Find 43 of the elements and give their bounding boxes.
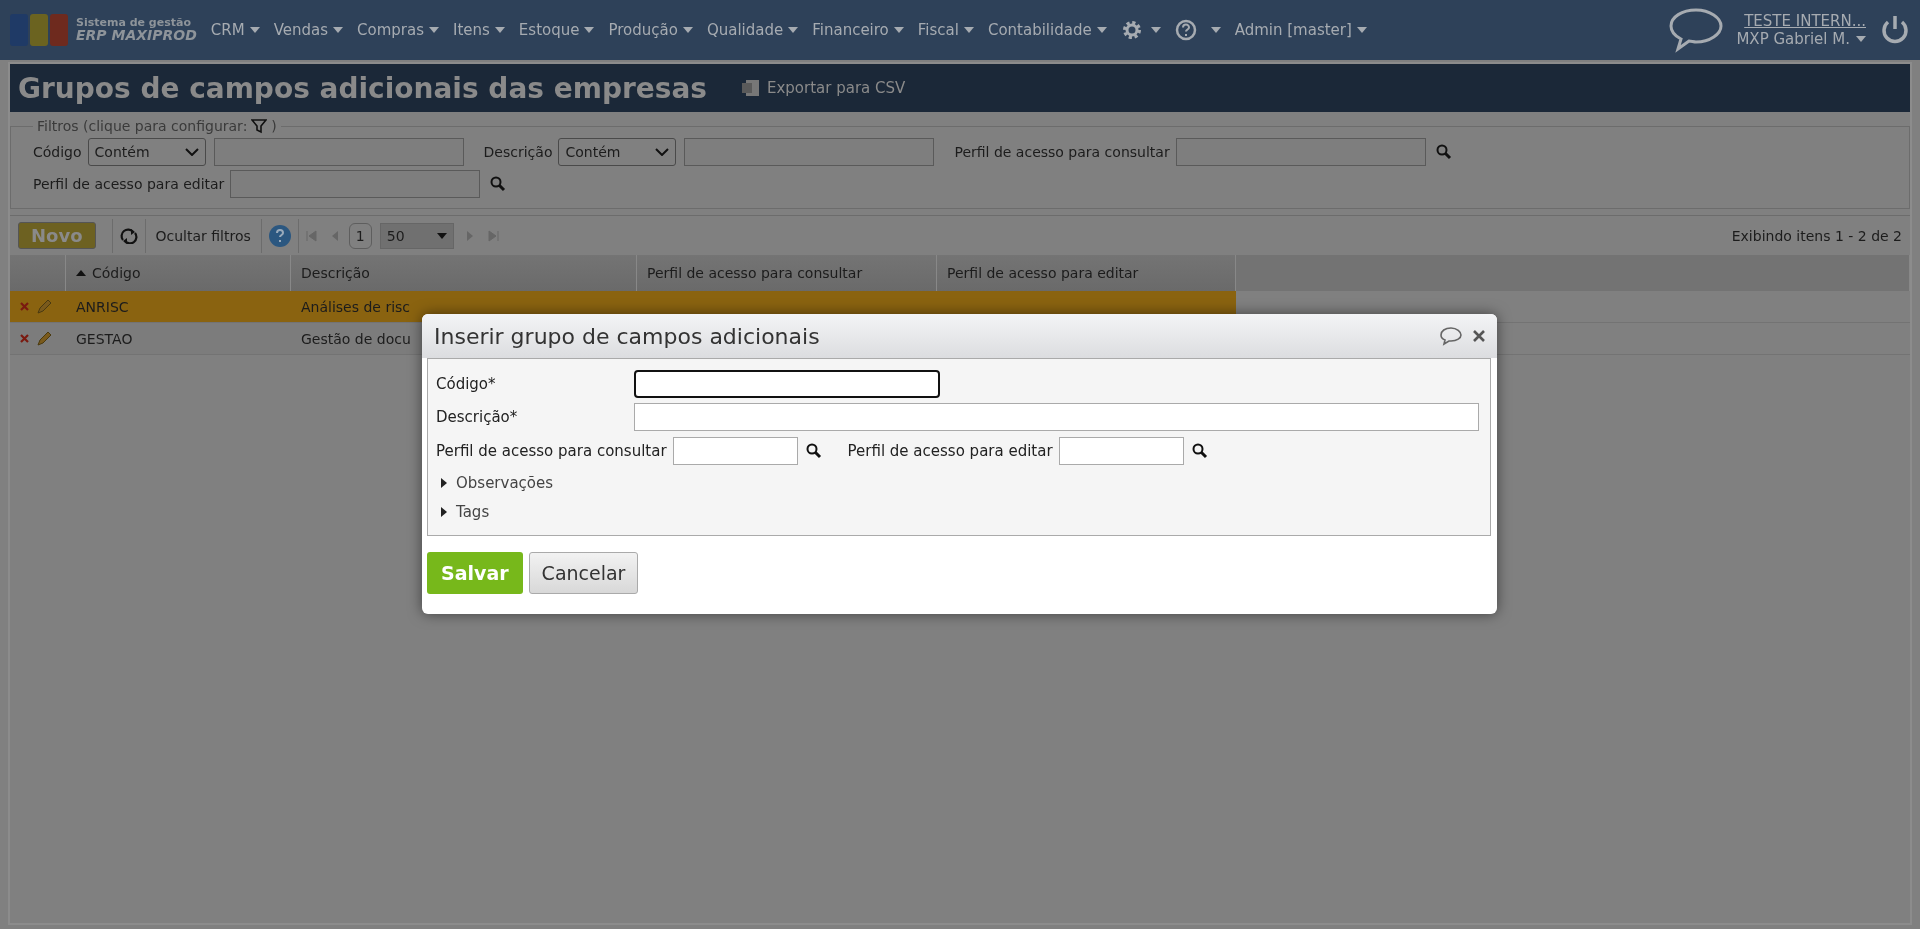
column-header[interactable]: Perfil de acesso para consultar	[637, 255, 937, 291]
nav-menu[interactable]: Fiscal	[917, 21, 974, 39]
nav-menu[interactable]: Produção	[608, 21, 693, 39]
filters-legend-end: )	[271, 118, 277, 134]
cancel-button[interactable]: Cancelar	[528, 552, 639, 594]
nav-menu[interactable]: Contabilidade	[987, 21, 1107, 39]
user-menu[interactable]: MXP Gabriel M.	[1736, 30, 1866, 48]
table-cell: GESTAO	[66, 323, 291, 355]
page-number[interactable]: 1	[348, 222, 372, 249]
filter-label: Descrição	[483, 144, 553, 160]
nav-menu[interactable]: Qualidade	[706, 21, 799, 39]
nav-menu[interactable]: Itens	[453, 21, 505, 39]
operator-select[interactable]: Contém	[87, 138, 206, 166]
field-label: Descrição*	[436, 408, 519, 427]
table-cell: ANRISC	[66, 291, 291, 323]
export-link[interactable]: Exportar para CSV	[740, 78, 906, 98]
page-size-select[interactable]: 50	[379, 222, 454, 249]
hide-filters-button[interactable]: Ocultar filtros	[155, 227, 251, 244]
save-button[interactable]: Salvar	[427, 552, 523, 594]
filter-label: Código	[33, 144, 82, 160]
nav-menu[interactable]: Vendas	[273, 21, 344, 39]
section-toggle[interactable]: Tags	[436, 497, 1482, 527]
item-count: Exibindo itens 1 - 2 de 2	[1731, 227, 1902, 244]
nav-menu[interactable]: Estoque	[518, 21, 595, 39]
section-toggle[interactable]: Observações	[436, 467, 1482, 498]
nav-menu[interactable]: Compras	[357, 21, 439, 39]
field-label: Código*	[436, 374, 497, 393]
operator-select[interactable]: Contém	[558, 138, 677, 166]
column-header[interactable]: Descrição	[291, 255, 637, 291]
nav-menu[interactable]: Financeiro	[812, 21, 904, 39]
column-header[interactable]: Código	[66, 255, 291, 291]
admin-menu[interactable]: Admin [master]	[1234, 21, 1367, 39]
field-label: Perfil de acesso para consultar	[436, 441, 667, 460]
filters-legend[interactable]: Filtros (clique para configurar:	[37, 118, 248, 134]
filter-label: Perfil de acesso para consultar	[954, 144, 1170, 160]
field-label: Perfil de acesso para editar	[847, 441, 1053, 460]
brand-subtitle: Sistema de gestão	[76, 16, 192, 29]
nav-menu[interactable]: CRM	[210, 21, 260, 39]
column-header[interactable]: Perfil de acesso para editar	[937, 255, 1236, 291]
filter-label: Perfil de acesso para editar	[33, 176, 225, 192]
company-link[interactable]: TESTE INTERN...	[1744, 12, 1866, 30]
brand-name: ERP MAXIPROD	[76, 28, 197, 44]
page-title: Grupos de campos adicionais das empresas	[18, 71, 707, 105]
